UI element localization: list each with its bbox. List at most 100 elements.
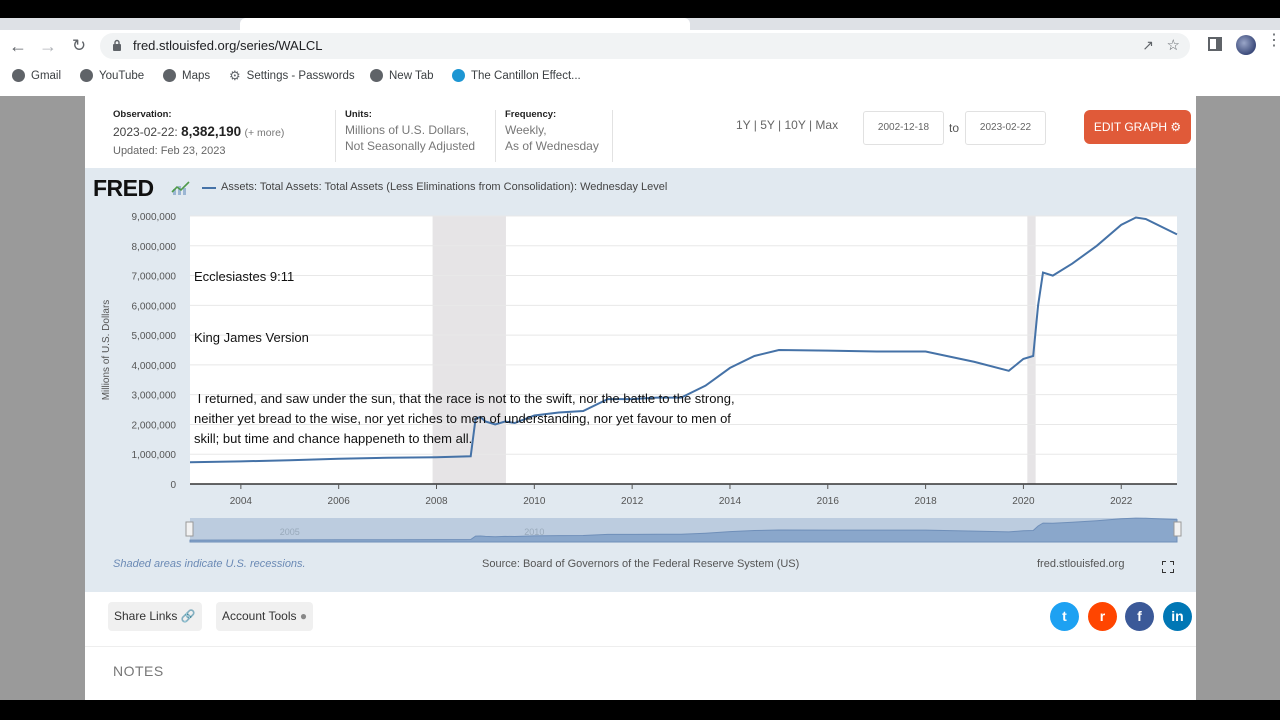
more-link[interactable]: (+ more) (244, 127, 284, 139)
site-link[interactable]: fred.stlouisfed.org (1037, 558, 1124, 570)
reddit-icon[interactable]: r (1088, 602, 1117, 631)
y-axis-label: Millions of U.S. Dollars (101, 300, 112, 401)
x-tick-label: 2018 (914, 496, 937, 507)
forward-icon[interactable]: → (36, 34, 60, 58)
updated-date: Updated: Feb 23, 2023 (113, 145, 226, 157)
twitter-icon[interactable]: t (1050, 602, 1079, 631)
bookmark-label: Maps (182, 69, 211, 82)
profile-avatar[interactable] (1236, 35, 1256, 55)
globe-icon (80, 69, 93, 82)
side-panel-icon[interactable] (1208, 37, 1222, 51)
y-tick-label: 7,000,000 (132, 272, 177, 283)
units-line: Not Seasonally Adjusted (345, 139, 476, 153)
bookmark-new-tab[interactable]: New Tab (370, 69, 434, 82)
share-icon[interactable]: ↗ (1142, 37, 1154, 54)
y-tick-label: 5,000,000 (132, 331, 177, 342)
bookmark-settings-passwords[interactable]: ⚙ Settings - Passwords (229, 69, 355, 82)
start-date-input[interactable]: 2002-12-18 (863, 111, 944, 145)
x-tick-label: 2008 (425, 496, 448, 507)
tab-strip (0, 18, 1280, 30)
overlay-line: Ecclesiastes 9:11 (194, 269, 295, 285)
observation-label: Observation: (113, 109, 172, 120)
bookmark-star-icon[interactable]: ☆ (1167, 36, 1180, 54)
url-text: fred.stlouisfed.org/series/WALCL (133, 38, 323, 53)
frequency-line: Weekly, (505, 123, 547, 137)
units-line: Millions of U.S. Dollars, (345, 123, 470, 137)
bookmark-maps[interactable]: Maps (163, 69, 210, 82)
x-tick-label: 2022 (1110, 496, 1133, 507)
bookmark-label: The Cantillon Effect... (471, 69, 581, 82)
reload-icon[interactable]: ↻ (67, 34, 91, 58)
gear-icon: ⚙ (229, 68, 241, 83)
link-icon: 🔗 (180, 609, 196, 623)
back-icon[interactable]: ← (6, 34, 30, 58)
divider (335, 110, 336, 162)
bookmarks-bar: Gmail YouTube Maps ⚙ Settings - Password… (0, 62, 1280, 90)
linkedin-icon[interactable]: in (1163, 602, 1192, 631)
observation-date: 2023-02-22: (113, 125, 178, 139)
y-tick-label: 4,000,000 (132, 361, 177, 372)
recession-note: Shaded areas indicate U.S. recessions. (113, 558, 306, 570)
y-tick-label: 2,000,000 (132, 420, 177, 431)
fred-logo: FRED (93, 175, 154, 201)
end-date-input[interactable]: 2023-02-22 (965, 111, 1046, 145)
edit-graph-label: EDIT GRAPH (1093, 120, 1167, 134)
frequency-label: Frequency: (505, 109, 557, 120)
navigator-handle-left (185, 521, 194, 537)
frequency-value: Weekly, As of Wednesday (505, 122, 599, 154)
y-tick-label: 8,000,000 (132, 242, 177, 253)
user-icon: ● (299, 609, 308, 623)
legend-swatch (202, 187, 216, 189)
scripture-overlay: Ecclesiastes 9:11 King James Version I r… (194, 227, 754, 490)
divider (612, 110, 613, 162)
globe-icon (12, 69, 25, 82)
y-tick-label: 1,000,000 (132, 450, 177, 461)
bookmark-gmail[interactable]: Gmail (12, 69, 61, 82)
overlay-line: King James Version (194, 330, 309, 346)
account-tools-label: Account Tools (222, 609, 297, 623)
divider (85, 646, 1196, 647)
x-tick-label: 2012 (621, 496, 644, 507)
x-tick-label: 2006 (328, 496, 351, 507)
units-value: Millions of U.S. Dollars, Not Seasonally… (345, 122, 475, 154)
navigation-row: ← → ↻ fred.stlouisfed.org/series/WALCL ↗… (0, 30, 1280, 62)
edit-graph-button[interactable]: EDIT GRAPH ⚙ (1084, 110, 1191, 144)
notes-heading: NOTES (113, 663, 164, 679)
fred-chart-icon (171, 180, 191, 196)
y-tick-label: 0 (170, 480, 176, 491)
observation-value: 2023-02-22: 8,382,190 (+ more) (113, 124, 284, 139)
source-text: Source: Board of Governors of the Federa… (482, 558, 800, 570)
x-tick-label: 2010 (523, 496, 546, 507)
bookmark-label: Gmail (31, 69, 62, 82)
navigator-handle-right (1173, 521, 1182, 537)
navigator-label: 2005 (280, 527, 300, 537)
to-label: to (949, 121, 960, 135)
facebook-icon[interactable]: f (1125, 602, 1154, 631)
globe-icon (163, 69, 176, 82)
x-tick-label: 2014 (719, 496, 742, 507)
range-selector[interactable]: 1Y | 5Y | 10Y | Max (736, 118, 838, 132)
active-tab[interactable] (240, 18, 690, 30)
bookmark-youtube[interactable]: YouTube (80, 69, 144, 82)
legend-label: Assets: Total Assets: Total Assets (Less… (221, 181, 668, 193)
bookmark-label: New Tab (389, 69, 434, 82)
share-links-button[interactable]: Share Links 🔗 (108, 602, 202, 631)
lock-icon (113, 39, 121, 51)
fullscreen-icon[interactable] (1162, 561, 1174, 573)
menu-kebab-icon[interactable]: ⋮ (1266, 33, 1280, 49)
address-bar[interactable]: fred.stlouisfed.org/series/WALCL ↗ ☆ (100, 33, 1190, 59)
navigator-label: 2010 (524, 527, 544, 537)
globe-icon (370, 69, 383, 82)
x-tick-label: 2016 (817, 496, 840, 507)
bookmark-label: Settings - Passwords (246, 69, 355, 82)
x-tick-label: 2020 (1012, 496, 1035, 507)
overlay-body: I returned, and saw under the sun, that … (194, 390, 739, 447)
bookmark-label: YouTube (99, 69, 145, 82)
y-tick-label: 9,000,000 (132, 212, 177, 223)
account-tools-button[interactable]: Account Tools ● (216, 602, 314, 631)
bookmark-cantillon[interactable]: The Cantillon Effect... (452, 69, 581, 82)
frequency-line: As of Wednesday (505, 139, 599, 153)
divider (495, 110, 496, 162)
units-label: Units: (345, 109, 372, 120)
x-tick-label: 2004 (230, 496, 253, 507)
